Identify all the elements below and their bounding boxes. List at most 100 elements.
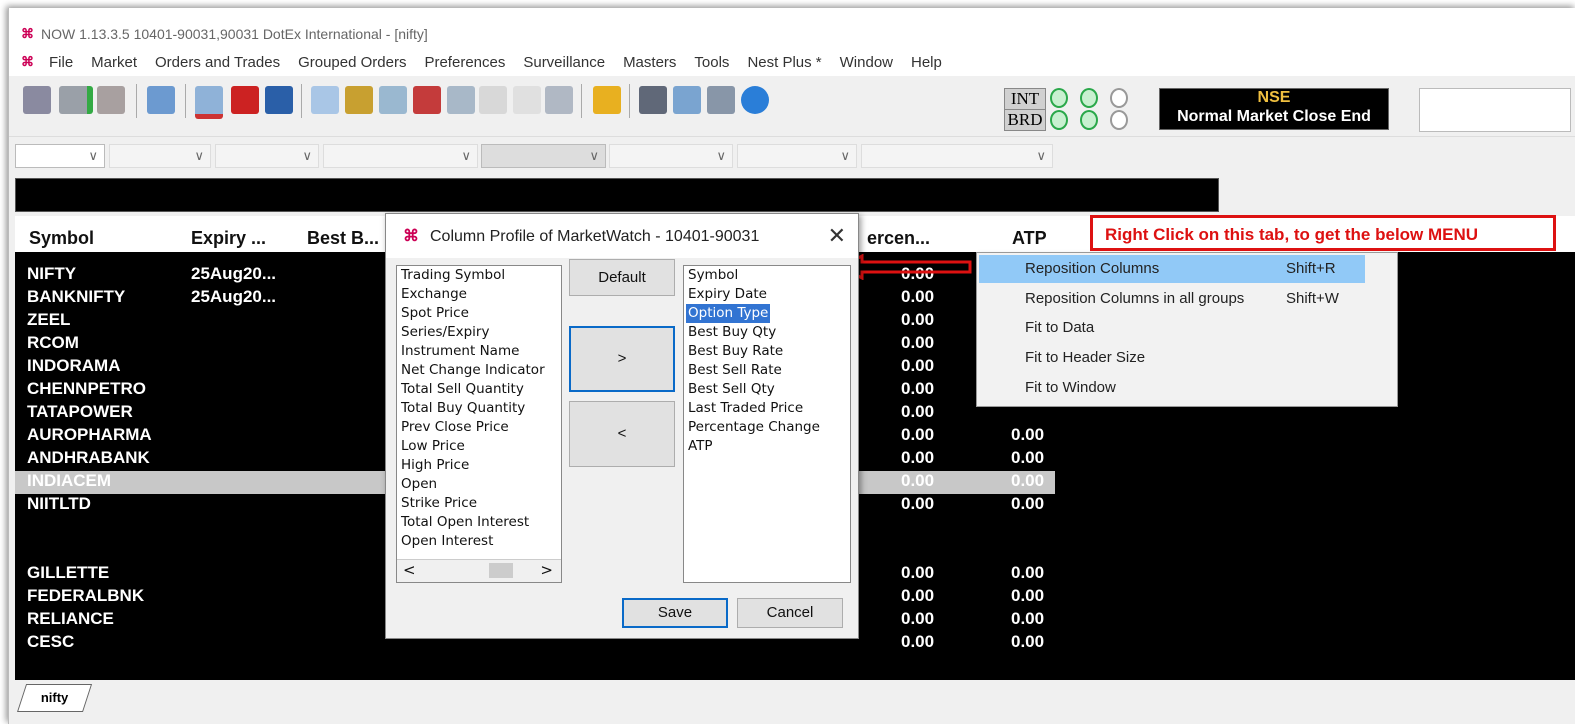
menu-item-reposition-columns[interactable]: Reposition Columns Shift+R: [979, 255, 1365, 283]
menu-market[interactable]: Market: [91, 54, 137, 71]
list-item[interactable]: ATP: [684, 437, 850, 456]
menu-preferences[interactable]: Preferences: [424, 54, 505, 71]
cell-symbol: CHENNPETRO: [27, 379, 147, 398]
scroll-thumb[interactable]: [489, 563, 513, 578]
list-item[interactable]: Total Sell Quantity: [397, 380, 561, 399]
sell-order-icon[interactable]: [97, 86, 125, 114]
menu-grouped-orders[interactable]: Grouped Orders: [298, 54, 406, 71]
system-menu-icon[interactable]: ⌘: [21, 54, 34, 70]
list-item[interactable]: Instrument Name: [397, 342, 561, 361]
message-log-icon[interactable]: [311, 86, 339, 114]
menu-item-fit-to-header-size[interactable]: Fit to Header Size: [979, 344, 1365, 372]
menu-nest-plus[interactable]: Nest Plus *: [747, 54, 821, 71]
chevron-down-icon: ∨: [589, 148, 599, 163]
segment-select[interactable]: ∨: [109, 144, 211, 168]
list-item[interactable]: Last Traded Price: [684, 399, 850, 418]
gold-icon[interactable]: [593, 86, 621, 114]
instrument-select[interactable]: ∨: [215, 144, 319, 168]
series-select[interactable]: ∨: [481, 144, 606, 168]
snap-quote-icon[interactable]: [147, 86, 175, 114]
list-item[interactable]: Total Buy Quantity: [397, 399, 561, 418]
market-watch-icon[interactable]: [23, 86, 51, 114]
list-item[interactable]: Exchange: [397, 285, 561, 304]
menu-item-reposition-all-groups[interactable]: Reposition Columns in all groups Shift+W: [979, 285, 1365, 313]
header-symbol[interactable]: Symbol: [29, 228, 94, 249]
net-position-icon[interactable]: [265, 86, 293, 114]
cell-pct: 0.00: [901, 471, 935, 490]
brd-label: BRD: [1004, 109, 1046, 131]
header-best-buy[interactable]: Best B...: [307, 228, 379, 249]
users-icon[interactable]: [707, 86, 735, 114]
option-type-select[interactable]: ∨: [861, 144, 1053, 168]
scrip-info-icon[interactable]: [673, 86, 701, 114]
list-item-selected[interactable]: Option Type: [686, 304, 771, 323]
list-item[interactable]: Prev Close Price: [397, 418, 561, 437]
print-icon[interactable]: [379, 86, 407, 114]
order-book-icon[interactable]: [195, 86, 223, 119]
list-item[interactable]: Best Buy Rate: [684, 342, 850, 361]
list-item[interactable]: Low Price: [397, 437, 561, 456]
horizontal-scrollbar[interactable]: < >: [397, 559, 561, 582]
notes-icon[interactable]: [345, 86, 373, 114]
header-atp[interactable]: ATP: [1012, 228, 1047, 249]
list-item[interactable]: Best Sell Qty: [684, 380, 850, 399]
list-item[interactable]: High Price: [397, 456, 561, 475]
document-icon[interactable]: [479, 86, 507, 114]
buy-order-icon[interactable]: [59, 86, 93, 114]
menu-tools[interactable]: Tools: [694, 54, 729, 71]
list-item[interactable]: Spot Price: [397, 304, 561, 323]
menu-item-fit-to-data[interactable]: Fit to Data: [979, 314, 1365, 342]
remove-column-button[interactable]: <: [569, 401, 675, 467]
scroll-right-icon[interactable]: >: [540, 561, 553, 579]
scroll-left-icon[interactable]: <: [403, 561, 416, 579]
menu-orders-and-trades[interactable]: Orders and Trades: [155, 54, 280, 71]
cancel-button[interactable]: Cancel: [737, 598, 843, 628]
strike-select[interactable]: ∨: [737, 144, 857, 168]
app-logo-icon: ⌘: [403, 228, 419, 245]
save-button[interactable]: Save: [622, 598, 728, 628]
settings-icon[interactable]: [545, 86, 573, 114]
menu-file[interactable]: File: [49, 54, 73, 71]
trade-book-icon[interactable]: [231, 86, 259, 114]
list-item[interactable]: Series/Expiry: [397, 323, 561, 342]
menu-window[interactable]: Window: [840, 54, 893, 71]
annotation-text: Right Click on this tab, to get the belo…: [1105, 225, 1479, 244]
list-item[interactable]: Best Buy Qty: [684, 323, 850, 342]
calculator-icon[interactable]: [513, 86, 541, 114]
default-button[interactable]: Default: [569, 259, 675, 296]
list-item[interactable]: Best Sell Rate: [684, 361, 850, 380]
expiry-select[interactable]: ∨: [609, 144, 733, 168]
cell-pct: 0.00: [901, 448, 935, 467]
header-percentage[interactable]: ercen...: [867, 228, 930, 249]
ticker-bar: [15, 178, 1219, 212]
menu-surveillance[interactable]: Surveillance: [523, 54, 605, 71]
alert-icon[interactable]: [413, 86, 441, 114]
list-item[interactable]: Expiry Date: [684, 285, 850, 304]
list-item[interactable]: Strike Price: [397, 494, 561, 513]
menu-item-fit-to-window[interactable]: Fit to Window: [979, 374, 1365, 402]
list-item[interactable]: Net Change Indicator: [397, 361, 561, 380]
menu-masters[interactable]: Masters: [623, 54, 676, 71]
list-item[interactable]: Total Open Interest: [397, 513, 561, 532]
cell-pct: 0.00: [901, 632, 935, 651]
menu-item-shortcut: Shift+W: [1286, 290, 1339, 307]
exchange-select[interactable]: ∨: [15, 144, 105, 168]
selected-columns-list[interactable]: Symbol Expiry Date Option Type Best Buy Qty…: [683, 265, 851, 583]
list-item[interactable]: Option Type: [684, 304, 850, 323]
info-icon[interactable]: [741, 86, 769, 114]
chart-icon[interactable]: [639, 86, 667, 114]
header-expiry[interactable]: Expiry ...: [191, 228, 266, 249]
list-item[interactable]: Symbol: [684, 266, 850, 285]
list-item[interactable]: Open: [397, 475, 561, 494]
list-item[interactable]: Trading Symbol: [397, 266, 561, 285]
close-icon[interactable]: ✕: [828, 223, 846, 249]
tab-nifty[interactable]: nifty: [17, 684, 93, 712]
symbol-select[interactable]: ∨: [323, 144, 478, 168]
list-item[interactable]: Open Interest: [397, 532, 561, 551]
add-column-button[interactable]: >: [569, 326, 675, 392]
report-icon[interactable]: [447, 86, 475, 114]
cell-symbol: RELIANCE: [27, 609, 114, 628]
available-columns-list[interactable]: Trading Symbol Exchange Spot Price Series/E…: [396, 265, 562, 583]
list-item[interactable]: Percentage Change: [684, 418, 850, 437]
menu-help[interactable]: Help: [911, 54, 942, 71]
